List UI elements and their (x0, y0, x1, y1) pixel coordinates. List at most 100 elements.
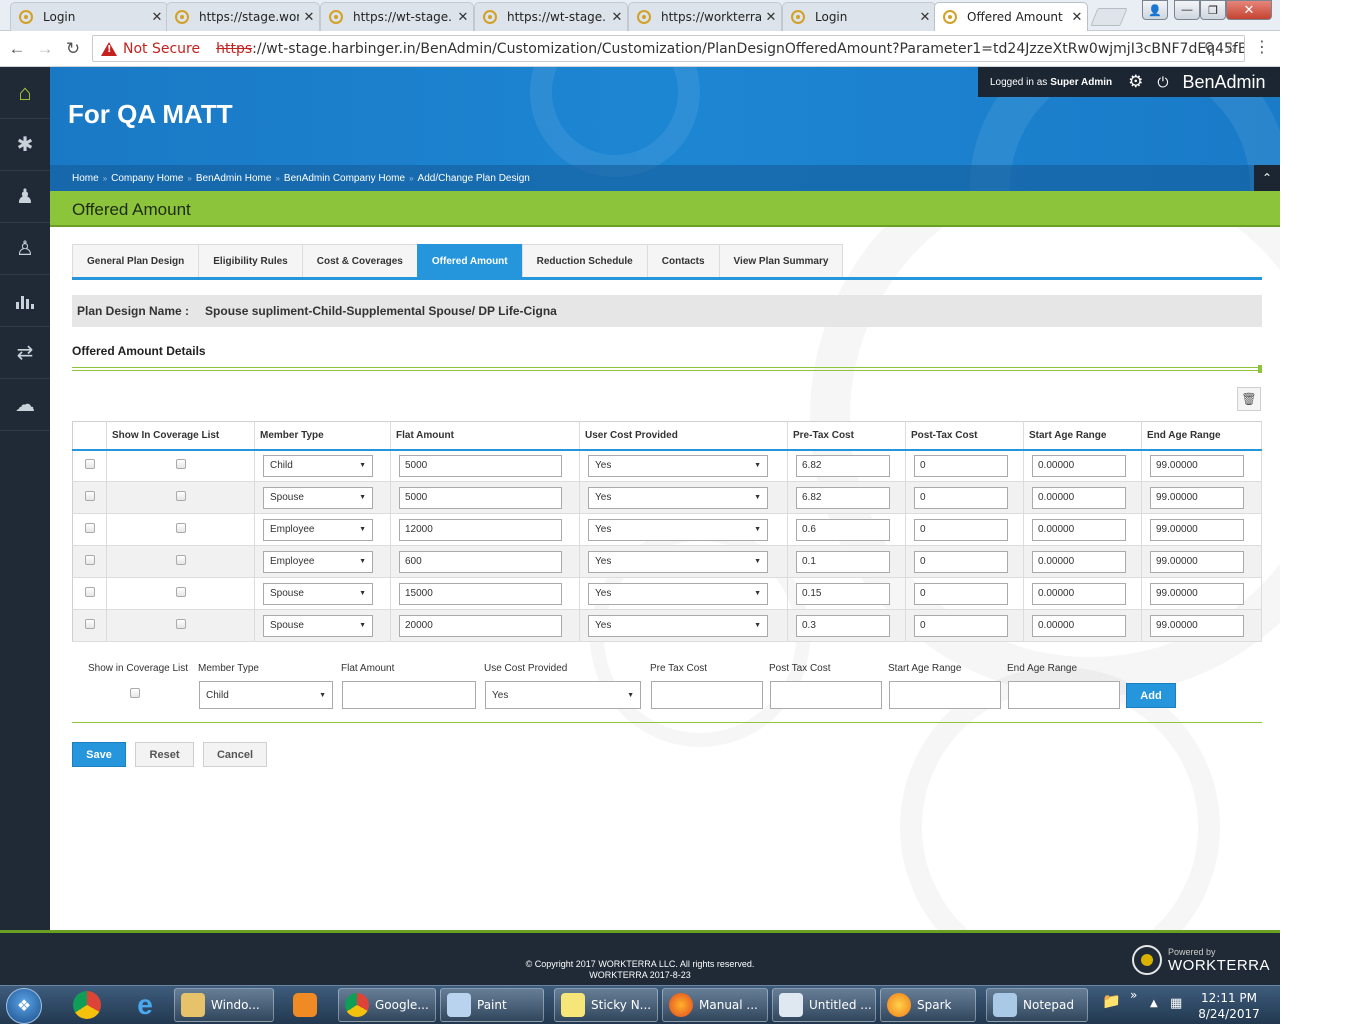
add-start-age-input[interactable] (889, 681, 1001, 709)
end-age-input[interactable]: 99.00000 (1150, 582, 1244, 605)
breadcrumb-link[interactable]: Company Home (111, 173, 183, 184)
new-tab-button[interactable] (1090, 8, 1128, 26)
tray-folder-icon[interactable]: 📁 (1102, 992, 1121, 1010)
post-tax-input[interactable]: 0 (914, 550, 1008, 573)
taskbar-task[interactable]: Manual ... (662, 988, 768, 1022)
flat-amount-input[interactable]: 5000 (399, 454, 562, 477)
user-settings-icon[interactable]: ♟ (0, 171, 50, 223)
transfer-arrows-icon[interactable]: ⇄ (0, 327, 50, 379)
end-age-input[interactable]: 99.00000 (1150, 454, 1244, 477)
maximize-icon[interactable]: ❐ (1200, 0, 1226, 20)
chat-bubble-icon[interactable]: ☁ (0, 379, 50, 431)
close-tab-icon[interactable]: ✕ (1067, 10, 1087, 25)
reset-button[interactable]: Reset (135, 742, 194, 767)
row-select-checkbox[interactable] (84, 587, 95, 597)
browser-tab[interactable]: https://stage.wor ✕ (166, 2, 320, 31)
post-tax-input[interactable]: 0 (914, 582, 1008, 605)
post-tax-input[interactable]: 0 (914, 614, 1008, 637)
add-member-type-select[interactable]: Child ▼ (199, 681, 333, 709)
user-cost-select[interactable]: Yes ▼ (588, 614, 768, 637)
user-cost-select[interactable]: Yes ▼ (588, 582, 768, 605)
taskbar-task[interactable]: Untitled ... (772, 988, 876, 1022)
post-tax-input[interactable]: 0 (914, 518, 1008, 541)
breadcrumb-link[interactable]: Home (72, 173, 99, 184)
close-tab-icon[interactable]: ✕ (299, 10, 319, 25)
url-input[interactable]: Not Secure https://wt-stage.harbinger.in… (92, 35, 1245, 62)
user-cost-select[interactable]: Yes ▼ (588, 486, 768, 509)
add-pre-tax-input[interactable] (651, 681, 763, 709)
pre-tax-input[interactable]: 6.82 (796, 486, 890, 509)
network-icon[interactable]: ▦ (1170, 996, 1182, 1011)
breadcrumb-current[interactable]: Add/Change Plan Design (418, 173, 530, 184)
flat-amount-input[interactable]: 5000 (399, 486, 562, 509)
taskbar-task[interactable]: Paint (440, 988, 544, 1022)
breadcrumb-link[interactable]: BenAdmin Company Home (284, 173, 405, 184)
person-icon[interactable]: ♙ (0, 223, 50, 275)
member-type-select[interactable]: Spouse ▼ (263, 486, 373, 509)
start-age-input[interactable]: 0.00000 (1032, 454, 1126, 477)
add-show-in-coverage-checkbox[interactable] (130, 688, 140, 698)
row-select-checkbox[interactable] (84, 459, 95, 470)
tab-offered-amount[interactable]: Offered Amount (416, 244, 523, 277)
user-cost-select[interactable]: Yes ▼ (588, 454, 768, 477)
end-age-input[interactable]: 99.00000 (1150, 614, 1244, 637)
window-close-icon[interactable]: ✕ (1226, 0, 1272, 20)
taskbar-task[interactable]: Spark (880, 988, 976, 1022)
taskbar-task[interactable]: Notepad (986, 988, 1088, 1022)
show-in-coverage-checkbox[interactable] (175, 459, 186, 470)
user-cost-select[interactable]: Yes ▼ (588, 550, 768, 573)
close-tab-icon[interactable]: ✕ (761, 10, 781, 25)
save-button[interactable]: Save (72, 742, 126, 767)
windows-start-icon[interactable]: ❖ (6, 988, 42, 1024)
breadcrumb-link[interactable]: BenAdmin Home (196, 173, 272, 184)
end-age-input[interactable]: 99.00000 (1150, 518, 1244, 541)
member-type-select[interactable]: Spouse ▼ (263, 614, 373, 637)
row-select-checkbox[interactable] (84, 619, 95, 629)
flat-amount-input[interactable]: 15000 (399, 582, 562, 605)
trash-icon[interactable]: 🗑 (1237, 387, 1261, 411)
close-tab-icon[interactable]: ✕ (915, 10, 935, 25)
chrome-pinned-icon[interactable] (60, 988, 114, 1022)
tab-contacts[interactable]: Contacts (646, 244, 720, 277)
bar-chart-icon[interactable] (0, 275, 50, 327)
settings-puzzle-icon[interactable]: ✱ (0, 119, 50, 171)
browser-tab[interactable]: https://wt-stage.h ✕ (474, 2, 628, 31)
internet-explorer-icon[interactable]: e (118, 988, 172, 1022)
tab-general-plan-design[interactable]: General Plan Design (72, 244, 200, 277)
pre-tax-input[interactable]: 0.6 (796, 518, 890, 541)
add-flat-amount-input[interactable] (342, 681, 476, 709)
tab-reduction-schedule[interactable]: Reduction Schedule (521, 244, 648, 277)
post-tax-input[interactable]: 0 (914, 454, 1008, 477)
member-type-select[interactable]: Employee ▼ (263, 518, 373, 541)
show-in-coverage-checkbox[interactable] (175, 555, 186, 565)
taskbar-task[interactable]: Sticky N... (554, 988, 658, 1022)
member-type-select[interactable]: Child ▼ (263, 454, 373, 477)
user-profile-icon[interactable]: 👤 (1142, 0, 1168, 20)
home-icon[interactable]: ⌂ (0, 67, 50, 119)
show-in-coverage-checkbox[interactable] (175, 523, 186, 533)
show-in-coverage-checkbox[interactable] (175, 491, 186, 501)
media-player-icon[interactable] (278, 988, 332, 1022)
back-arrow-icon[interactable]: ← (6, 39, 28, 59)
member-type-select[interactable]: Employee ▼ (263, 550, 373, 573)
browser-tab[interactable]: Login ✕ (10, 2, 168, 31)
end-age-input[interactable]: 99.00000 (1150, 550, 1244, 573)
tray-overflow-icon[interactable]: » (1130, 988, 1137, 1002)
minimize-icon[interactable]: — (1174, 0, 1200, 20)
add-use-cost-select[interactable]: Yes ▼ (485, 681, 641, 709)
user-cost-select[interactable]: Yes ▼ (588, 518, 768, 541)
close-tab-icon[interactable]: ✕ (453, 10, 473, 25)
tab-view-plan-summary[interactable]: View Plan Summary (718, 244, 844, 277)
flat-amount-input[interactable]: 12000 (399, 518, 562, 541)
start-age-input[interactable]: 0.00000 (1032, 614, 1126, 637)
taskbar-task[interactable]: Google... (338, 988, 436, 1022)
cancel-button[interactable]: Cancel (203, 742, 267, 767)
gear-icon[interactable]: ⚙ (1128, 72, 1143, 92)
collapse-header-chevron-icon[interactable]: ⌃ (1254, 165, 1280, 191)
zoom-search-icon[interactable]: ⚲ (1204, 39, 1215, 57)
start-age-input[interactable]: 0.00000 (1032, 582, 1126, 605)
close-tab-icon[interactable]: ✕ (147, 10, 167, 25)
browser-tab[interactable]: https://workterra ✕ (628, 2, 782, 31)
browser-tab[interactable]: https://wt-stage.h ✕ (320, 2, 474, 31)
reload-icon[interactable]: ↻ (62, 39, 84, 59)
